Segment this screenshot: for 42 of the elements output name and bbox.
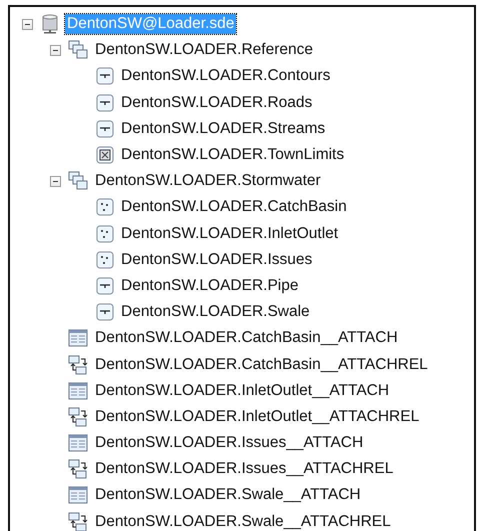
line-layer-icon (96, 303, 114, 322)
database-icon (40, 14, 60, 34)
point-layer-icon (96, 198, 114, 216)
table-icon (68, 434, 88, 452)
point-layer-icon (96, 224, 114, 243)
tree-item[interactable]: DentonSW.LOADER.Contours (119, 66, 332, 86)
tree-item[interactable]: DentonSW.LOADER.Issues__ATTACHREL (93, 459, 396, 480)
tree-item[interactable]: DentonSW.LOADER.Roads (119, 92, 314, 113)
table-icon (68, 382, 88, 400)
tree-item[interactable]: DentonSW.LOADER.Swale__ATTACHREL (93, 512, 393, 531)
collapse-toggle[interactable] (22, 18, 33, 30)
tree-item[interactable]: DentonSW.LOADER.Swale__ATTACH (93, 485, 363, 506)
tree-item[interactable]: DentonSW.LOADER.CatchBasin (119, 197, 349, 218)
relationship-icon (68, 354, 88, 375)
line-layer-icon (96, 276, 114, 295)
tree-item[interactable]: DentonSW.LOADER.InletOutlet (119, 224, 340, 244)
tree-item[interactable]: DentonSW.LOADER.Swale (119, 302, 312, 322)
stacked-squares-icon (68, 40, 88, 60)
tree-item[interactable]: DentonSW.LOADER.CatchBasin__ATTACHREL (93, 354, 430, 375)
relationship-icon (68, 406, 88, 427)
relationship-icon (68, 459, 88, 480)
line-layer-icon (96, 67, 114, 86)
tree-item[interactable]: DentonSW.LOADER.TownLimits (119, 145, 346, 166)
line-layer-icon (96, 120, 114, 138)
tree-item[interactable]: DentonSW.LOADER.Issues (119, 250, 314, 270)
tree-item[interactable]: DentonSW.LOADER.Streams (119, 118, 328, 139)
tree-item[interactable]: DentonSW.LOADER.InletOutlet__ATTACHREL (93, 406, 422, 427)
tree-item[interactable]: DentonSW.LOADER.CatchBasin__ATTACH (93, 328, 400, 348)
tree-item[interactable]: DentonSW.LOADER.Pipe (119, 276, 300, 296)
collapse-toggle[interactable] (50, 176, 61, 187)
stacked-squares-icon (68, 171, 88, 192)
table-icon (68, 486, 88, 504)
collapse-toggle[interactable] (50, 44, 61, 56)
tree-item[interactable]: DentonSW.LOADER.Reference (93, 40, 315, 60)
tree-item[interactable]: DentonSW.LOADER.InletOutlet__ATTACH (93, 380, 392, 401)
line-layer-icon (96, 94, 114, 112)
polygon-layer-icon (96, 146, 114, 164)
relationship-icon (68, 512, 88, 531)
table-icon (68, 329, 88, 348)
tree-item[interactable]: DentonSW.LOADER.Issues__ATTACH (93, 433, 366, 454)
point-layer-icon (96, 250, 114, 269)
tree-item[interactable]: DentonSW.LOADER.Stormwater (93, 171, 323, 192)
